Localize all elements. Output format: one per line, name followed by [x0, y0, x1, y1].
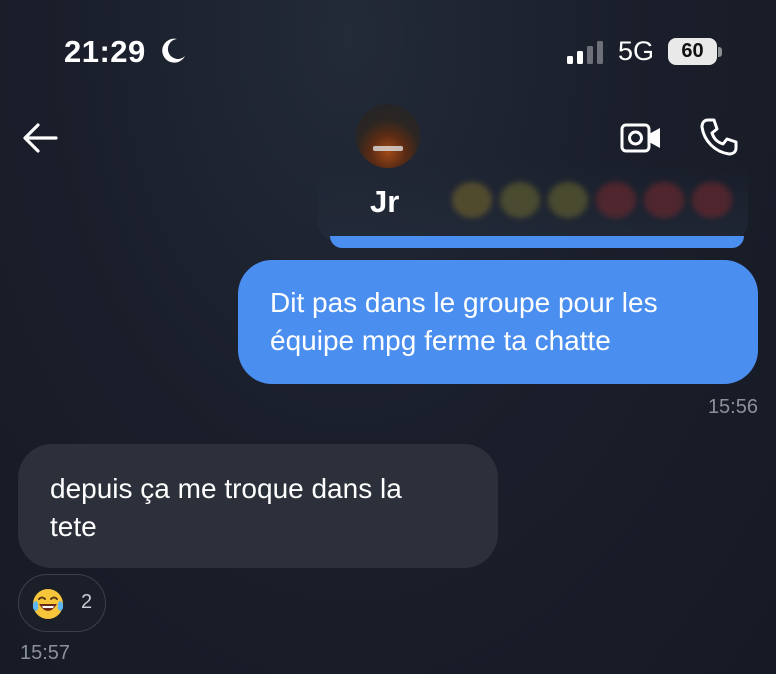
- phone-icon[interactable]: [698, 116, 740, 158]
- blurred-emoji: [596, 182, 636, 218]
- incoming-message-bubble[interactable]: depuis ça me troque dans la tete: [18, 444, 498, 568]
- arrow-left-icon[interactable]: [20, 118, 60, 158]
- reaction-pill[interactable]: 2: [18, 574, 106, 632]
- tears-of-joy-emoji-icon: [32, 589, 64, 619]
- network-type: 5G: [618, 36, 655, 66]
- blurred-emoji: [644, 182, 684, 218]
- message-timestamp: 15:56: [707, 396, 758, 418]
- contact-name[interactable]: Jr: [370, 184, 399, 220]
- contact-card-accent: [330, 236, 744, 248]
- moon-icon: [162, 38, 185, 63]
- blurred-emoji: [500, 182, 540, 218]
- battery-level: 60: [668, 38, 717, 65]
- chat-screen: 21:29 5G 60 Jr Dit pas dans le groupe po…: [0, 0, 776, 674]
- battery-tip: [718, 47, 722, 57]
- message-timestamp: 15:57: [20, 642, 71, 664]
- video-camera-icon[interactable]: [620, 120, 662, 156]
- message-line: Dit pas dans le groupe pour les: [270, 287, 658, 318]
- battery-indicator: 60: [668, 38, 722, 65]
- message-line: tete: [50, 511, 97, 542]
- avatar-detail: [373, 146, 403, 151]
- status-time: 21:29: [64, 34, 146, 69]
- blurred-emoji: [452, 182, 492, 218]
- message-line: depuis ça me troque dans la: [50, 473, 402, 504]
- blurred-emoji: [692, 182, 732, 218]
- blurred-emoji: [548, 182, 588, 218]
- message-line: équipe mpg ferme ta chatte: [270, 325, 611, 356]
- reaction-count: 2: [81, 591, 93, 613]
- outgoing-message-bubble[interactable]: Dit pas dans le groupe pour les équipe m…: [238, 260, 758, 384]
- avatar[interactable]: [356, 104, 420, 168]
- signal-bars-icon: [567, 41, 603, 64]
- blurred-emoji-row: [452, 182, 732, 222]
